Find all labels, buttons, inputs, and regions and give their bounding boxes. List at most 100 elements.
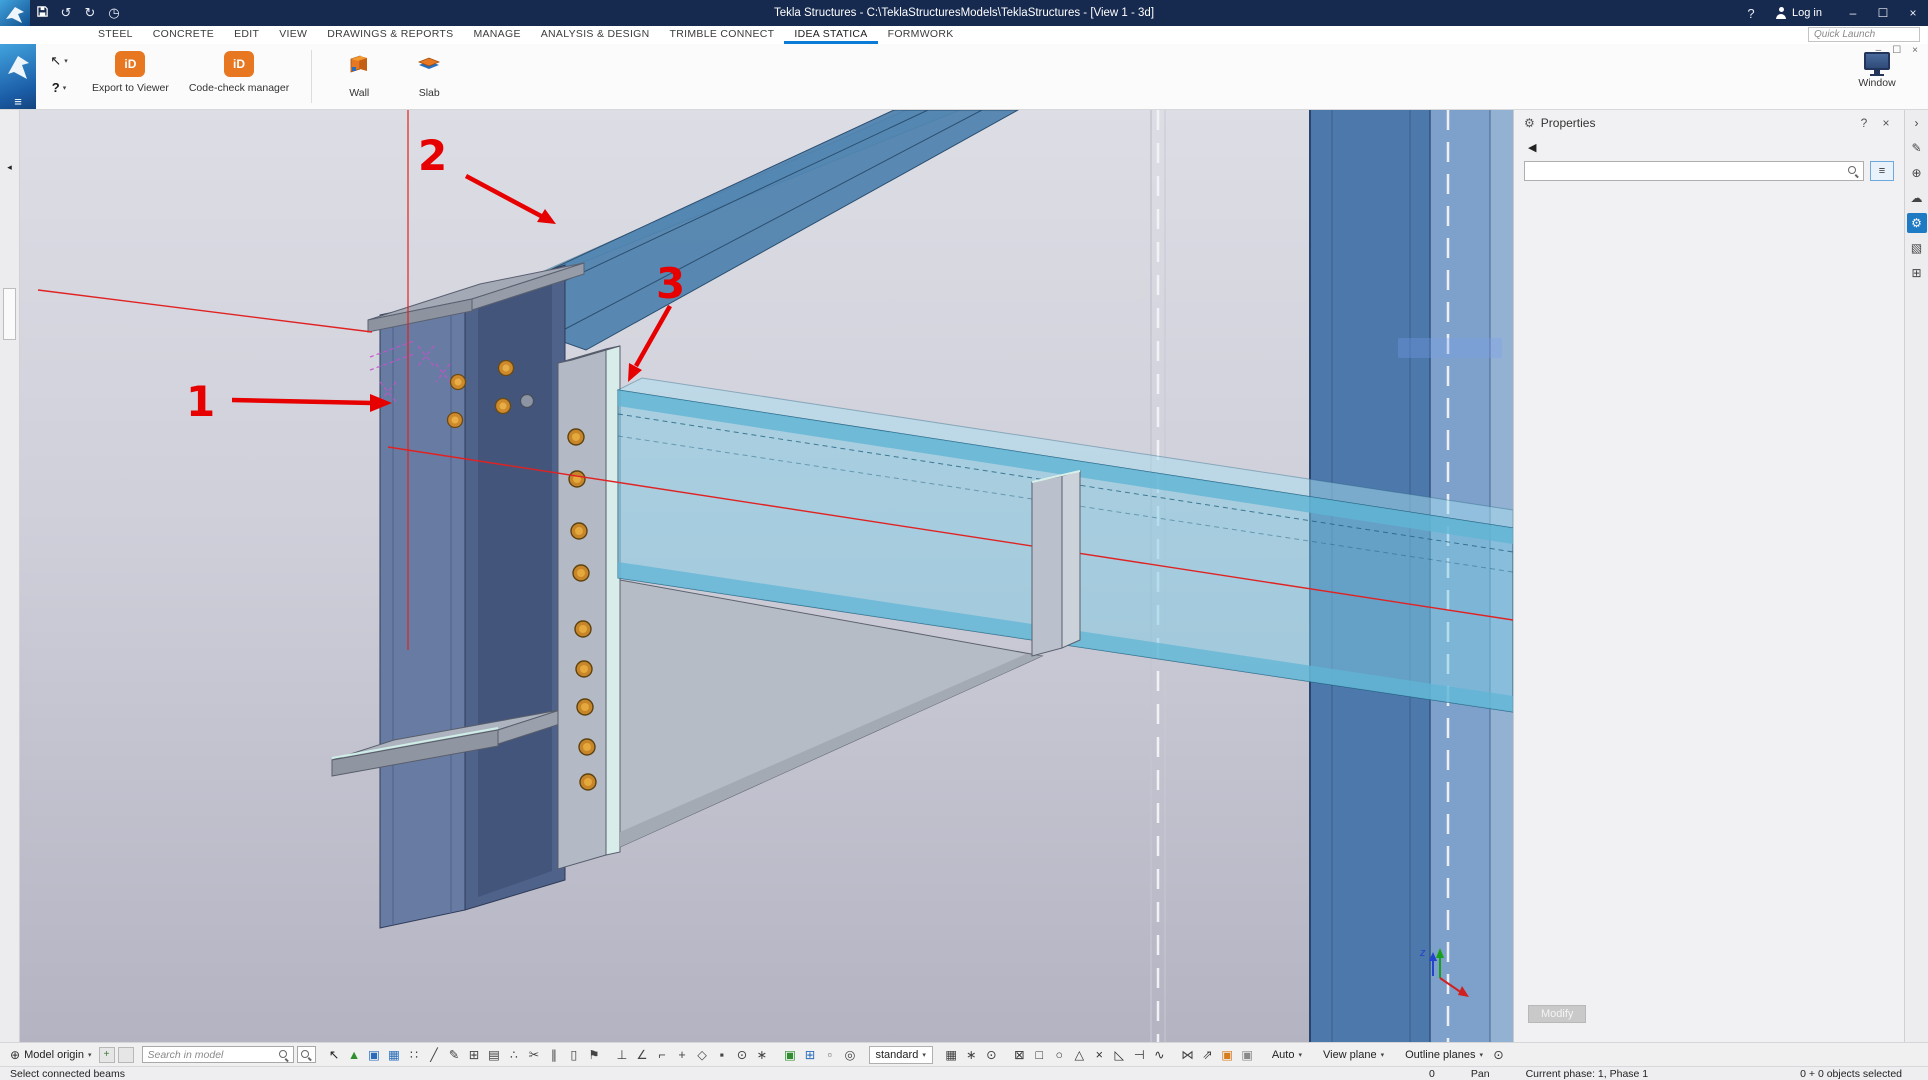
snap-line-icon[interactable]: ╱ — [425, 1046, 444, 1064]
freehand-icon[interactable]: ✎ — [445, 1046, 464, 1064]
split-icon[interactable]: ∥ — [545, 1046, 564, 1064]
components-icon[interactable]: ⊞ — [1907, 263, 1927, 283]
select-welds-filter-icon[interactable]: ◺ — [1110, 1046, 1129, 1064]
help-tool-button[interactable]: ? ▾ — [52, 80, 66, 95]
restore-button[interactable]: ☐ — [1868, 0, 1898, 26]
visibility-eye-icon[interactable]: ⊙ — [1489, 1046, 1508, 1064]
tab-drawings-reports[interactable]: DRAWINGS & REPORTS — [317, 26, 463, 44]
undo-icon[interactable]: ↺ — [54, 5, 78, 21]
view-plane-dropdown[interactable]: View plane ▾ — [1317, 1046, 1390, 1064]
collapse-panel-icon[interactable]: › — [1907, 113, 1927, 133]
report-icon[interactable]: ▯ — [565, 1046, 584, 1064]
zoom-icon[interactable]: ◎ — [841, 1046, 860, 1064]
work-area-icon[interactable]: ▣ — [1218, 1046, 1237, 1064]
outline-planes-dropdown[interactable]: Outline planes ▾ — [1399, 1046, 1489, 1064]
trim-icon[interactable]: ✂ — [525, 1046, 544, 1064]
fly-mode-icon[interactable]: ⇗ — [1198, 1046, 1217, 1064]
close-button[interactable]: × — [1898, 0, 1928, 26]
save-icon[interactable] — [30, 5, 54, 21]
properties-help-icon[interactable]: ? — [1856, 116, 1872, 130]
smart-select-icon[interactable]: ∗ — [962, 1046, 981, 1064]
hamburger-menu-icon[interactable]: ≡ — [0, 93, 36, 109]
snap-grid-icon[interactable]: ▦ — [385, 1046, 404, 1064]
list-view-button[interactable]: ≡ — [1870, 161, 1894, 181]
search-options-button[interactable] — [297, 1046, 316, 1063]
plane-type-button[interactable] — [118, 1047, 134, 1063]
snap-any-icon[interactable]: ∗ — [753, 1046, 772, 1064]
add-plane-button[interactable]: + — [99, 1047, 115, 1063]
model-origin-dropdown[interactable]: ⊕ Model origin ▾ — [6, 1048, 96, 1062]
phase-filter-icon[interactable]: ⋈ — [1178, 1046, 1197, 1064]
tab-view[interactable]: VIEW — [269, 26, 317, 44]
3d-scene[interactable]: 1 2 3 z — [20, 110, 1513, 1042]
trimble-connect-icon[interactable]: ⊕ — [1907, 163, 1927, 183]
grid-snap-icon[interactable]: ⊞ — [801, 1046, 820, 1064]
tab-trimble-connect[interactable]: TRIMBLE CONNECT — [660, 26, 785, 44]
point-grid-icon[interactable]: ∴ — [505, 1046, 524, 1064]
properties-close-icon[interactable]: × — [1878, 116, 1894, 130]
properties-gear-icon[interactable]: ⚙ — [1907, 213, 1927, 233]
export-to-viewer-button[interactable]: iD Export to Viewer — [82, 44, 179, 109]
cloud-icon[interactable]: ☁ — [1907, 188, 1927, 208]
snap-dots-icon[interactable]: ∷ — [405, 1046, 424, 1064]
snap-center-icon[interactable]: ⊙ — [733, 1046, 752, 1064]
snap-endpoint-icon[interactable]: ▪ — [713, 1046, 732, 1064]
drawing-grid-icon[interactable]: ▦ — [942, 1046, 961, 1064]
slab-button[interactable]: Slab — [394, 44, 464, 109]
select-points-filter-icon[interactable]: ○ — [1050, 1046, 1069, 1064]
tekla-logo-icon[interactable] — [0, 0, 30, 26]
login-button[interactable]: Log in — [1775, 7, 1822, 19]
model-viewport[interactable]: 1 2 3 z — [20, 110, 1513, 1042]
wall-button[interactable]: Wall — [324, 44, 394, 109]
tab-idea-statica[interactable]: IDEA STATICA — [784, 26, 877, 44]
redo-icon[interactable]: ↻ — [78, 5, 102, 21]
left-column[interactable] — [368, 263, 584, 928]
tab-manage[interactable]: MANAGE — [463, 26, 530, 44]
pen-icon[interactable]: ✎ — [1907, 138, 1927, 158]
snap-perpendicular-icon[interactable]: ⊥ — [613, 1046, 632, 1064]
mdi-restore-icon[interactable]: ☐ — [1892, 45, 1901, 56]
collapse-left-icon[interactable]: ◂ — [0, 162, 19, 173]
beam-stiffener[interactable] — [1032, 471, 1080, 656]
render-options-icon[interactable]: ▣ — [1238, 1046, 1257, 1064]
selection-box-icon[interactable]: ▫ — [821, 1046, 840, 1064]
snap-geometry-icon[interactable]: ▣ — [365, 1046, 384, 1064]
select-views-filter-icon[interactable]: ∿ — [1150, 1046, 1169, 1064]
model-search-input[interactable] — [142, 1046, 294, 1063]
tab-analysis-design[interactable]: ANALYSIS & DESIGN — [531, 26, 660, 44]
modify-button[interactable]: Modify — [1528, 1005, 1586, 1023]
code-check-manager-button[interactable]: iD Code-check manager — [179, 44, 299, 109]
select-all-filter-icon[interactable]: ⊠ — [1010, 1046, 1029, 1064]
visibility-icon[interactable]: ⊙ — [982, 1046, 1001, 1064]
history-icon[interactable]: ◷ — [102, 5, 126, 21]
tab-steel[interactable]: STEEL — [88, 26, 143, 44]
select-cursor-icon[interactable]: ↖ — [325, 1046, 344, 1064]
snap-midpoint-icon[interactable]: ◇ — [693, 1046, 712, 1064]
snap-settings-dropdown[interactable]: standard ▾ — [869, 1046, 933, 1064]
tab-edit[interactable]: EDIT — [224, 26, 269, 44]
left-scrollbar-thumb[interactable] — [3, 288, 16, 340]
help-icon[interactable]: ? — [1739, 6, 1763, 21]
tab-formwork[interactable]: FORMWORK — [878, 26, 964, 44]
flag-icon[interactable]: ⚑ — [585, 1046, 604, 1064]
select-parts-filter-icon[interactable]: □ — [1030, 1046, 1049, 1064]
back-button[interactable]: ◀ — [1522, 139, 1542, 156]
reference-models-icon[interactable]: ▧ — [1907, 238, 1927, 258]
snap-intersection-icon[interactable]: + — [673, 1046, 692, 1064]
snap-points-icon[interactable]: ▲ — [345, 1046, 364, 1064]
grid-icon[interactable]: ⊞ — [465, 1046, 484, 1064]
grid-plane-icon[interactable]: ▤ — [485, 1046, 504, 1064]
application-menu[interactable]: ≡ — [0, 44, 36, 109]
snap-extension-icon[interactable]: ⌐ — [653, 1046, 672, 1064]
snap-angle-icon[interactable]: ∠ — [633, 1046, 652, 1064]
select-cuts-filter-icon[interactable]: ⊣ — [1130, 1046, 1149, 1064]
select-tool-button[interactable]: ↖ ▾ — [50, 53, 67, 69]
component-icon[interactable]: ▣ — [781, 1046, 800, 1064]
properties-search-input[interactable] — [1524, 161, 1864, 181]
quick-launch-input[interactable] — [1808, 27, 1920, 42]
minimize-button[interactable]: – — [1838, 0, 1868, 26]
select-surfaces-filter-icon[interactable]: △ — [1070, 1046, 1089, 1064]
auto-dropdown[interactable]: Auto ▾ — [1266, 1046, 1308, 1064]
select-none-filter-icon[interactable]: × — [1090, 1046, 1109, 1064]
tab-concrete[interactable]: CONCRETE — [143, 26, 224, 44]
